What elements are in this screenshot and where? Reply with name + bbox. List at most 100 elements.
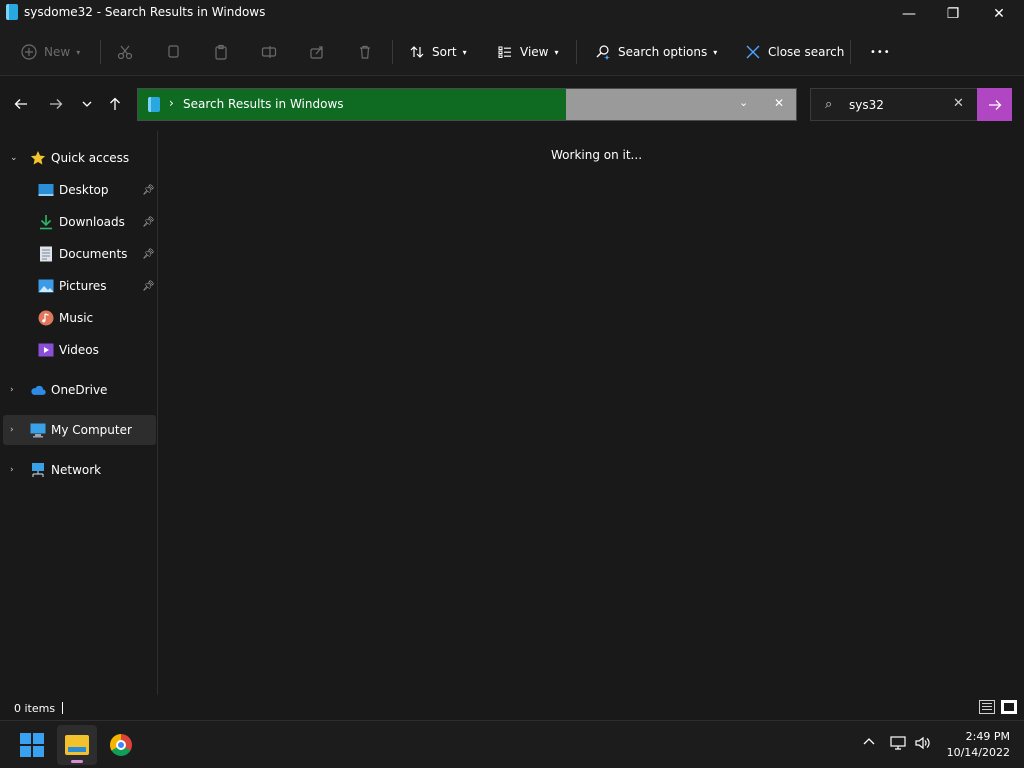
back-button[interactable]	[10, 93, 32, 115]
sort-icon	[408, 43, 426, 61]
scissors-icon	[116, 43, 134, 61]
sidebar-item-onedrive[interactable]: › OneDrive	[0, 375, 156, 405]
file-list-pane[interactable]: Working on it...	[159, 131, 1024, 695]
file-explorer-icon	[6, 4, 18, 20]
restore-button[interactable]: ❐	[930, 0, 976, 28]
chrome-icon	[110, 734, 132, 756]
pin-icon: 📌︎	[142, 248, 155, 260]
chevron-down-icon: ▾	[76, 47, 81, 57]
sidebar-item-videos[interactable]: Videos	[0, 335, 156, 365]
videos-icon	[38, 342, 54, 358]
sidebar-item-label: Music	[59, 311, 94, 325]
sort-button[interactable]: Sort ▾	[408, 38, 467, 66]
rename-button[interactable]	[260, 38, 278, 66]
close-search-icon	[744, 43, 762, 61]
item-count: 0 items	[14, 702, 56, 715]
pin-icon: 📌︎	[142, 216, 155, 228]
file-explorer-icon	[65, 735, 89, 755]
breadcrumb-chevron-icon: ›	[169, 96, 174, 110]
breadcrumb-search-results[interactable]: Search Results in Windows	[183, 97, 344, 111]
chevron-right-icon[interactable]: ›	[10, 385, 14, 395]
sidebar-item-downloads[interactable]: Downloads 📌︎	[0, 207, 156, 237]
sidebar-item-music[interactable]: Music	[0, 303, 156, 333]
plus-circle-icon	[20, 43, 38, 61]
cut-button[interactable]	[116, 38, 134, 66]
arrow-right-icon	[988, 99, 1001, 110]
start-button[interactable]	[12, 725, 52, 765]
chevron-right-icon[interactable]: ›	[10, 425, 14, 435]
paste-button[interactable]	[212, 38, 230, 66]
forward-button[interactable]	[45, 93, 67, 115]
show-hidden-icons-button[interactable]	[862, 735, 876, 753]
speaker-icon	[915, 736, 930, 750]
window-title: sysdome32 - Search Results in Windows	[24, 5, 266, 19]
trash-icon	[356, 43, 374, 61]
sidebar-item-label: Network	[51, 463, 102, 477]
star-icon	[30, 150, 46, 166]
network-status-button[interactable]	[890, 735, 908, 755]
taskbar-file-explorer[interactable]	[57, 725, 97, 765]
search-options-button[interactable]: Search options ▾	[594, 38, 717, 66]
clear-search-button[interactable]: ✕	[953, 96, 964, 111]
stop-search-button[interactable]: ✕	[774, 96, 784, 110]
volume-button[interactable]	[914, 735, 932, 755]
chevron-right-icon[interactable]: ›	[10, 465, 14, 475]
sidebar-item-label: Documents	[59, 247, 128, 261]
sidebar-item-quick-access[interactable]: ⌄ Quick access	[0, 143, 156, 173]
close-search-button[interactable]: Close search	[744, 38, 844, 66]
chevron-down-icon[interactable]: ⌄	[10, 153, 18, 163]
copy-button[interactable]	[164, 38, 182, 66]
sort-button-label: Sort	[432, 45, 457, 59]
address-history-chevron-icon[interactable]: ⌄	[739, 96, 748, 109]
command-bar: New ▾ Sort ▾ View ▾ Search options ▾ Clo…	[0, 28, 1024, 76]
search-box[interactable]: ⌕ ✕	[810, 88, 978, 121]
search-go-button[interactable]	[977, 88, 1012, 121]
pin-icon: 📌︎	[142, 184, 155, 196]
close-search-label: Close search	[768, 45, 845, 59]
more-options-button[interactable]: •••	[870, 38, 891, 66]
address-bar[interactable]: › Search Results in Windows ⌄ ✕	[137, 88, 797, 121]
toolbar-divider	[576, 40, 577, 64]
chevron-down-icon: ▾	[554, 47, 559, 57]
sidebar-item-label: Desktop	[59, 183, 109, 197]
sidebar-item-pictures[interactable]: Pictures 📌︎	[0, 271, 156, 301]
sidebar-item-network[interactable]: › Network	[0, 455, 156, 485]
toolbar-divider	[100, 40, 101, 64]
sidebar-item-label: Videos	[59, 343, 99, 357]
clock-time: 2:49 PM	[965, 730, 1010, 743]
recent-locations-button[interactable]	[76, 93, 98, 115]
active-app-indicator	[71, 760, 83, 763]
sidebar-item-my-computer[interactable]: › My Computer	[3, 415, 156, 445]
network-icon	[30, 462, 46, 478]
sidebar-item-label: Quick access	[51, 151, 130, 165]
close-window-button[interactable]: ✕	[976, 0, 1022, 28]
sidebar-item-desktop[interactable]: Desktop 📌︎	[0, 175, 156, 205]
search-input[interactable]	[849, 93, 949, 117]
chevron-down-icon	[82, 101, 92, 107]
minimize-button[interactable]: —	[886, 0, 932, 28]
arrow-left-icon	[14, 99, 27, 109]
delete-button[interactable]	[356, 38, 374, 66]
desktop-icon	[38, 182, 54, 198]
view-button[interactable]: View ▾	[496, 38, 559, 66]
toolbar-divider	[850, 40, 851, 64]
details-view-button[interactable]	[979, 700, 995, 714]
cloud-icon	[30, 382, 46, 398]
taskbar-chrome[interactable]	[101, 725, 141, 765]
system-clock[interactable]: 2:49 PM 10/14/2022	[940, 729, 1010, 761]
share-button[interactable]	[308, 38, 326, 66]
sidebar-item-label: My Computer	[51, 423, 132, 437]
pictures-icon	[38, 278, 54, 294]
download-icon	[38, 214, 54, 230]
up-button[interactable]	[104, 93, 126, 115]
toolbar-divider	[392, 40, 393, 64]
music-icon	[38, 310, 54, 326]
rename-icon	[260, 43, 278, 61]
new-button[interactable]: New ▾	[20, 38, 80, 66]
arrow-right-icon	[50, 99, 63, 109]
share-icon	[308, 43, 326, 61]
sidebar-item-documents[interactable]: Documents 📌︎	[0, 239, 156, 269]
large-icons-view-button[interactable]	[1001, 700, 1017, 714]
search-options-icon	[594, 43, 612, 61]
network-monitor-icon	[890, 736, 906, 750]
